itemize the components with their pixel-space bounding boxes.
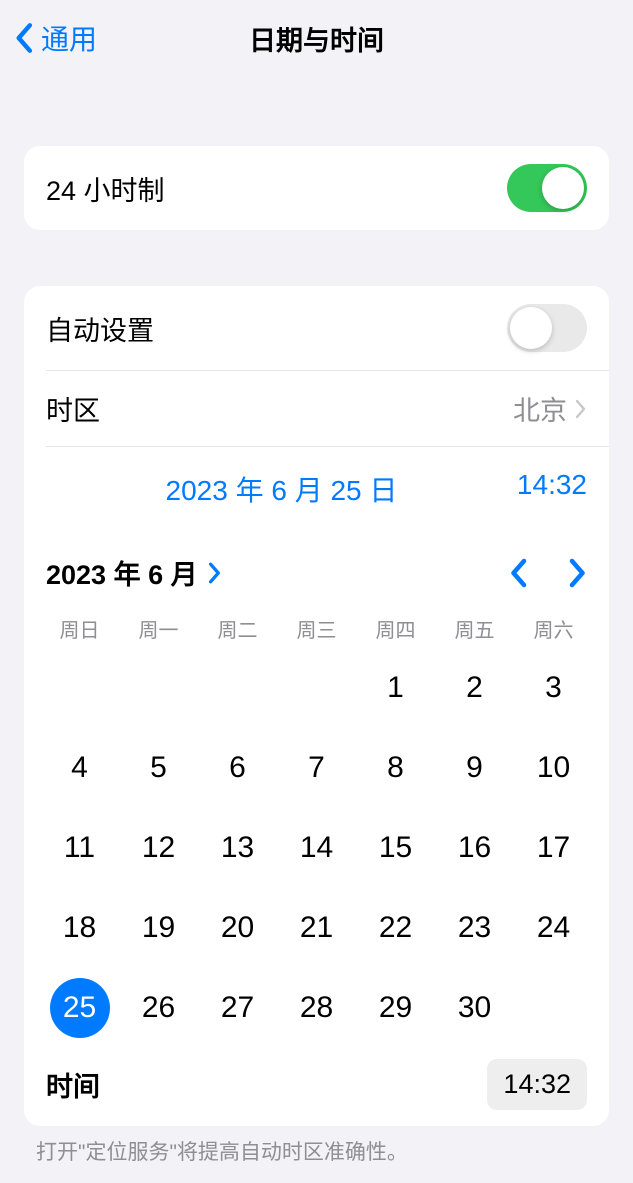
auto-set-switch[interactable] <box>507 304 587 352</box>
day-cell[interactable]: 11 <box>40 809 119 887</box>
page-title: 日期与时间 <box>249 19 384 58</box>
day-cell[interactable]: 16 <box>435 809 514 887</box>
time-picker-button[interactable]: 14:32 <box>487 1059 587 1110</box>
day-cell[interactable]: 5 <box>119 729 198 807</box>
day-cell[interactable]: 8 <box>356 729 435 807</box>
day-empty <box>40 649 119 727</box>
card-datetime: 自动设置 时区 北京 2023 年 6 月 25 日 14:32 2023 年 … <box>24 286 609 1126</box>
day-cell[interactable]: 29 <box>356 969 435 1047</box>
day-empty <box>119 649 198 727</box>
day-cell[interactable]: 13 <box>198 809 277 887</box>
card-24hour: 24 小时制 <box>24 146 609 230</box>
weekday-header: 周日 <box>40 614 119 643</box>
day-empty <box>198 649 277 727</box>
day-cell[interactable]: 14 <box>277 809 356 887</box>
day-cell[interactable]: 9 <box>435 729 514 807</box>
day-cell[interactable]: 18 <box>40 889 119 967</box>
next-month-button[interactable] <box>569 558 587 588</box>
day-cell[interactable]: 25 <box>40 969 119 1047</box>
day-cell[interactable]: 10 <box>514 729 593 807</box>
day-cell[interactable]: 17 <box>514 809 593 887</box>
chevron-left-icon <box>14 22 33 54</box>
day-cell[interactable]: 20 <box>198 889 277 967</box>
twentyfour-hour-label: 24 小时制 <box>46 169 165 208</box>
weekday-header: 周二 <box>198 614 277 643</box>
day-cell[interactable]: 19 <box>119 889 198 967</box>
footer-note: 打开"定位服务"将提高自动时区准确性。 <box>0 1126 633 1176</box>
day-cell[interactable]: 24 <box>514 889 593 967</box>
day-cell[interactable]: 12 <box>119 809 198 887</box>
day-cell[interactable]: 2 <box>435 649 514 727</box>
selected-date[interactable]: 2023 年 6 月 25 日 <box>46 469 517 509</box>
day-cell[interactable]: 27 <box>198 969 277 1047</box>
day-cell[interactable]: 1 <box>356 649 435 727</box>
auto-set-label: 自动设置 <box>46 309 154 348</box>
month-picker-button[interactable]: 2023 年 6 月 <box>46 553 222 592</box>
day-cell[interactable]: 22 <box>356 889 435 967</box>
day-cell[interactable]: 7 <box>277 729 356 807</box>
weekday-header: 周三 <box>277 614 356 643</box>
day-cell[interactable]: 6 <box>198 729 277 807</box>
selected-time[interactable]: 14:32 <box>517 469 587 509</box>
prev-month-button[interactable] <box>509 558 527 588</box>
day-cell[interactable]: 3 <box>514 649 593 727</box>
twentyfour-hour-switch[interactable] <box>507 164 587 212</box>
timezone-row[interactable]: 时区 北京 <box>24 371 609 446</box>
day-empty <box>277 649 356 727</box>
day-cell[interactable]: 21 <box>277 889 356 967</box>
back-label: 通用 <box>41 18 97 58</box>
day-cell[interactable]: 4 <box>40 729 119 807</box>
day-cell[interactable]: 30 <box>435 969 514 1047</box>
month-label: 2023 年 6 月 <box>46 553 198 592</box>
chevron-right-icon <box>208 562 222 584</box>
weekday-header: 周五 <box>435 614 514 643</box>
back-button[interactable]: 通用 <box>14 18 97 58</box>
weekday-header: 周一 <box>119 614 198 643</box>
day-cell[interactable]: 15 <box>356 809 435 887</box>
day-cell[interactable]: 28 <box>277 969 356 1047</box>
weekday-header: 周六 <box>514 614 593 643</box>
chevron-right-icon <box>575 399 587 419</box>
day-cell[interactable]: 23 <box>435 889 514 967</box>
day-cell[interactable]: 26 <box>119 969 198 1047</box>
time-label: 时间 <box>46 1065 100 1104</box>
weekday-header: 周四 <box>356 614 435 643</box>
timezone-value: 北京 <box>513 389 567 428</box>
timezone-label: 时区 <box>46 389 100 428</box>
